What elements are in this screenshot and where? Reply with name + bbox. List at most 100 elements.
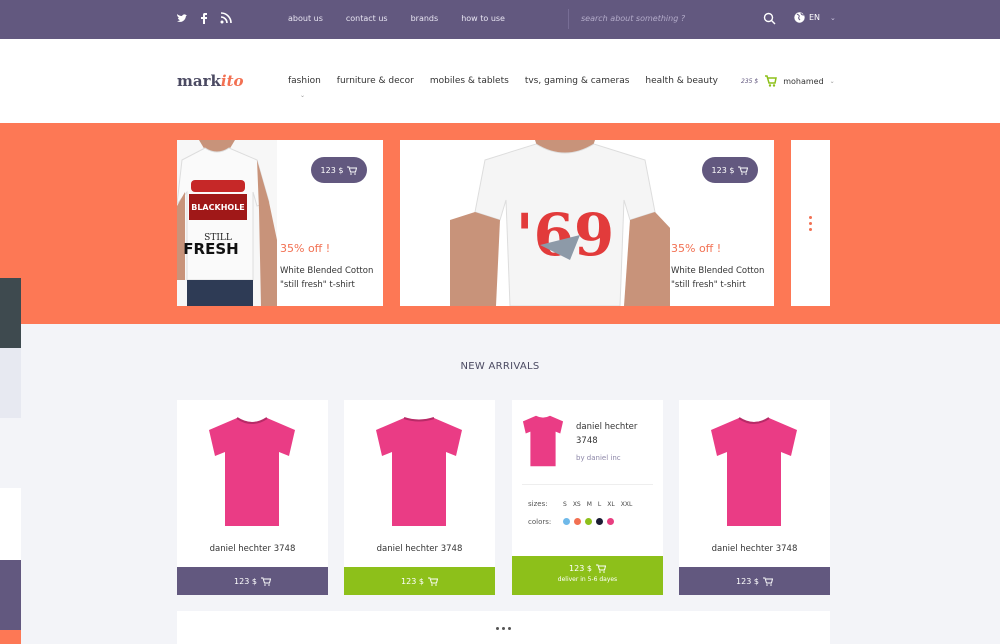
side-tab[interactable] [0, 278, 21, 348]
color-swatch[interactable] [596, 518, 603, 525]
cart-user-area[interactable]: 235 $ mohamed ⌄ [741, 75, 835, 87]
cart-icon [347, 166, 358, 175]
price-tag[interactable]: 123 $ [311, 157, 367, 183]
load-more-button[interactable] [177, 611, 830, 644]
nav-health[interactable]: health & beauty [645, 76, 718, 86]
nav-furniture[interactable]: furniture & decor [337, 76, 414, 86]
hero-slide[interactable]: '69 123 $ 35% off ! White Blended Cotton… [400, 140, 774, 306]
color-swatch[interactable] [563, 518, 570, 525]
top-nav-contact[interactable]: contact us [346, 14, 388, 23]
size-options: S XS M L XL XXL [563, 501, 632, 508]
search-input[interactable]: search about something ? [581, 14, 685, 23]
nav-tvs[interactable]: tvs, gaming & cameras [525, 76, 630, 86]
color-swatch[interactable] [607, 518, 614, 525]
cart-icon [260, 577, 271, 586]
product-card[interactable]: daniel hechter 3748 123 $ [679, 400, 830, 595]
size-option[interactable]: M [587, 501, 592, 508]
size-option[interactable]: XS [573, 501, 581, 508]
slide-title-line: "still fresh" t-shirt [671, 280, 746, 290]
svg-text:FRESH: FRESH [183, 240, 238, 258]
side-tab[interactable] [0, 418, 21, 488]
side-tab[interactable] [0, 630, 21, 644]
svg-text:BLACKHOLE: BLACKHOLE [191, 203, 245, 212]
more-dot [502, 627, 505, 630]
side-tab[interactable] [0, 560, 21, 630]
chevron-down-icon: ⌄ [829, 77, 835, 85]
product-name[interactable]: daniel hechter 3748 [679, 544, 830, 554]
size-option[interactable]: XXL [621, 501, 633, 508]
rss-icon[interactable] [220, 12, 232, 24]
size-option[interactable]: XL [607, 501, 614, 508]
product-brand: by daniel inc [576, 454, 621, 462]
color-swatch[interactable] [585, 518, 592, 525]
side-tab[interactable] [0, 488, 21, 560]
side-tab[interactable] [0, 348, 21, 418]
logo-accent: ito [220, 72, 244, 90]
hero-more-card[interactable] [791, 140, 830, 306]
svg-text:'69: '69 [516, 201, 614, 269]
main-header: markito fashion ⌄ furniture & decor mobil… [0, 39, 1000, 123]
sizes-label: sizes: [528, 500, 548, 508]
add-to-cart-button[interactable]: 123 $ [177, 567, 328, 595]
language-selector[interactable]: EN ⌄ [794, 12, 836, 23]
product-price: 123 $ [401, 576, 424, 586]
product-price: 123 $ [234, 576, 257, 586]
slide-description: White Blended Cotton "still fresh" t-shi… [280, 264, 383, 292]
size-option[interactable]: S [563, 501, 567, 508]
more-dot [508, 627, 511, 630]
product-name-line: daniel hechter [576, 422, 638, 432]
add-to-cart-button[interactable]: 123 $ [679, 567, 830, 595]
cart-icon [738, 166, 749, 175]
more-options-icon[interactable] [809, 216, 812, 234]
twitter-icon[interactable] [176, 12, 188, 24]
discount-label: 35% off ! [280, 242, 331, 255]
chevron-down-icon: ⌄ [300, 92, 306, 99]
add-to-cart-button[interactable]: 123 $ deliver in 5-6 dayes [512, 556, 663, 595]
product-image: BLACKHOLE STILL FRESH [177, 140, 277, 306]
product-price: 123 $ [736, 576, 759, 586]
facebook-icon[interactable] [198, 12, 210, 24]
product-name[interactable]: daniel hechter 3748 [177, 544, 328, 554]
chevron-down-icon: ⌄ [830, 13, 836, 22]
colors-label: colors: [528, 518, 552, 526]
price-tag[interactable]: 123 $ [702, 157, 758, 183]
top-nav-how-to-use[interactable]: how to use [461, 14, 505, 23]
tshirt-image [376, 417, 462, 526]
slide-title-line: White Blended Cotton [280, 266, 374, 276]
product-card-expanded[interactable]: daniel hechter 3748 by daniel inc sizes:… [512, 400, 663, 595]
size-option[interactable]: L [598, 501, 601, 508]
product-name[interactable]: daniel hechter 3748 [576, 420, 637, 448]
slide-title-line: White Blended Cotton [671, 266, 765, 276]
logo[interactable]: markito [177, 72, 244, 90]
slide-price: 123 $ [320, 165, 344, 175]
nav-mobiles[interactable]: mobiles & tablets [430, 76, 509, 86]
product-card[interactable]: daniel hechter 3748 123 $ [177, 400, 328, 595]
user-name[interactable]: mohamed [783, 77, 823, 86]
slide-title-line: "still fresh" t-shirt [280, 280, 355, 290]
cart-icon[interactable] [764, 75, 778, 87]
globe-icon [794, 12, 805, 23]
hero-slide[interactable]: BLACKHOLE STILL FRESH 123 $ 35% off ! Wh… [177, 140, 383, 306]
product-image: '69 [440, 140, 670, 306]
social-links [176, 12, 232, 24]
top-bar: about us contact us brands how to use se… [0, 0, 1000, 39]
logo-main: mark [177, 72, 221, 90]
language-label: EN [809, 13, 821, 22]
search-field[interactable]: search about something ? [568, 9, 782, 29]
add-to-cart-button[interactable]: 123 $ [344, 567, 495, 595]
nav-fashion[interactable]: fashion ⌄ [288, 76, 321, 99]
divider [522, 484, 653, 485]
section-title: NEW ARRIVALS [460, 361, 540, 372]
delivery-info: deliver in 5-6 dayes [557, 576, 618, 583]
search-icon[interactable] [763, 12, 776, 25]
color-swatch[interactable] [574, 518, 581, 525]
slide-price: 123 $ [711, 165, 735, 175]
top-nav-brands[interactable]: brands [411, 14, 439, 23]
product-card[interactable]: daniel hechter 3748 123 $ [344, 400, 495, 595]
top-nav: about us contact us brands how to use [288, 14, 528, 23]
nav-fashion-label: fashion [288, 76, 321, 86]
top-nav-about[interactable]: about us [288, 14, 323, 23]
cart-total: 235 $ [741, 77, 759, 85]
product-name[interactable]: daniel hechter 3748 [344, 544, 495, 554]
tshirt-thumbnail [522, 415, 564, 467]
